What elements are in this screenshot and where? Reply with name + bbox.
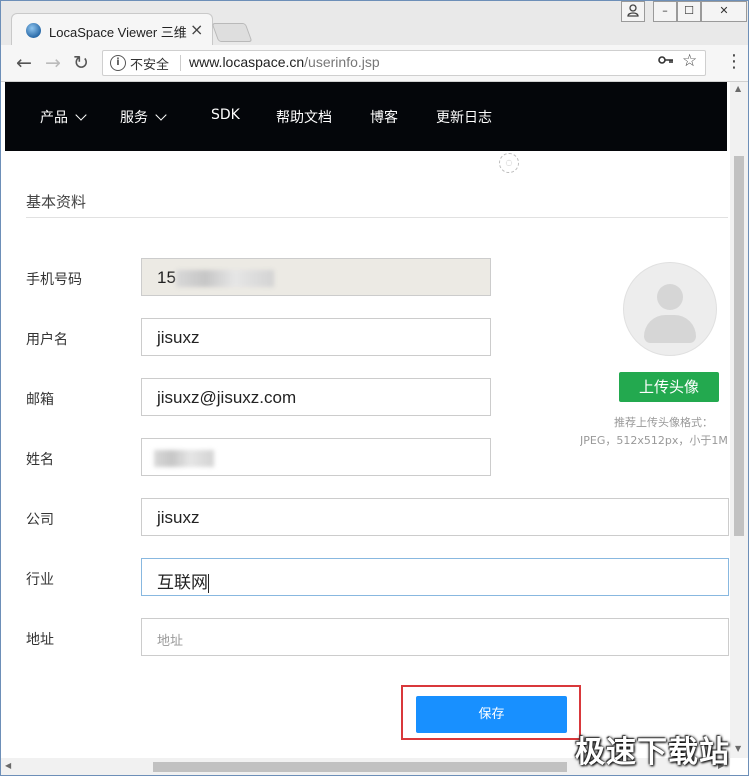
chevron-down-icon [75, 109, 87, 121]
address-field[interactable]: 地址 [141, 618, 729, 656]
key-icon[interactable] [658, 54, 674, 69]
phone-label: 手机号码 [26, 272, 82, 288]
redacted-blur [154, 450, 214, 468]
menu-icon[interactable]: ⋮ [725, 51, 743, 72]
vertical-scroll-thumb[interactable] [734, 156, 744, 536]
scroll-left-arrow-icon[interactable]: ◀ [5, 761, 11, 770]
security-label[interactable]: 不安全 [130, 54, 169, 73]
save-button[interactable]: 保存 [416, 696, 567, 733]
nav-item-services[interactable]: 服务 [120, 107, 167, 127]
email-field[interactable]: jisuxz@jisuxz.com [141, 378, 491, 416]
reload-icon[interactable]: ↻ [73, 52, 89, 74]
company-label: 公司 [26, 512, 54, 528]
nav-item-blog[interactable]: 博客 [370, 107, 398, 127]
maximize-button[interactable]: ☐ [677, 1, 701, 22]
watermark: 极速下载站 [575, 735, 730, 770]
new-tab-button[interactable] [211, 23, 253, 42]
name-field[interactable] [141, 438, 491, 476]
nav-item-changelog[interactable]: 更新日志 [436, 107, 492, 127]
email-label: 邮箱 [26, 392, 54, 408]
nav-label: 产品 [40, 110, 68, 126]
forward-arrow-icon[interactable]: → [45, 52, 61, 74]
company-field[interactable]: jisuxz [141, 498, 729, 536]
scroll-up-arrow-icon[interactable]: ▲ [735, 84, 741, 93]
star-icon[interactable]: ☆ [682, 51, 697, 71]
browser-window: LocaSpace Viewer 三维 × – ☐ ✕ ← → ↻ i 不安全 … [0, 0, 749, 776]
avatar-hint-line1: 推荐上传头像格式： [614, 416, 713, 429]
nav-item-sdk[interactable]: SDK [211, 107, 240, 123]
industry-value: 互联网 [157, 573, 208, 592]
tab-close-icon[interactable]: × [190, 20, 203, 39]
tab-title: LocaSpace Viewer 三维 [49, 25, 187, 40]
avatar-body-shape [644, 315, 696, 343]
page-viewport: 产品 服务 SDK 帮助文档 博客 更新日志 ◌ 基本资料 手机号码 15 用户… [1, 82, 748, 775]
upload-avatar-button[interactable]: 上传头像 [619, 372, 719, 402]
url-text[interactable]: www.locaspace.cn/userinfo.jsp [189, 54, 380, 70]
site-navigation: 产品 服务 SDK 帮助文档 博客 更新日志 [5, 82, 727, 151]
info-icon[interactable]: i [110, 55, 126, 71]
nav-label: 服务 [120, 110, 148, 126]
avatar-head-shape [657, 284, 683, 310]
phone-value: 15 [157, 268, 176, 287]
minimize-button[interactable]: – [653, 1, 677, 22]
section-divider [26, 217, 728, 218]
loading-spinner-icon: ◌ [499, 153, 519, 173]
industry-field[interactable]: 互联网 [141, 558, 729, 596]
back-arrow-icon[interactable]: ← [16, 52, 32, 74]
site-favicon-icon [26, 23, 41, 38]
redacted-blur [175, 270, 274, 288]
url-host: www.locaspace.cn [189, 54, 305, 70]
nav-item-products[interactable]: 产品 [40, 107, 87, 127]
industry-label: 行业 [26, 572, 54, 588]
address-bar[interactable]: i 不安全 www.locaspace.cn/userinfo.jsp ☆ [102, 50, 706, 76]
text-caret [208, 574, 209, 594]
name-label: 姓名 [26, 452, 54, 468]
browser-tab[interactable]: LocaSpace Viewer 三维 × [11, 13, 213, 47]
vertical-scrollbar[interactable]: ▲ ▼ [730, 82, 748, 758]
username-label: 用户名 [26, 332, 68, 348]
nav-item-help-docs[interactable]: 帮助文档 [276, 107, 332, 127]
avatar-hint-line2: JPEG，512x512px，小于1M [580, 434, 728, 447]
scroll-down-arrow-icon[interactable]: ▼ [735, 744, 741, 753]
horizontal-scroll-thumb[interactable] [153, 762, 567, 772]
phone-field: 15 [141, 258, 491, 296]
profile-icon[interactable] [621, 1, 645, 22]
address-toolbar: ← → ↻ i 不安全 www.locaspace.cn/userinfo.js… [1, 45, 748, 82]
address-label: 地址 [26, 632, 54, 648]
section-title: 基本资料 [26, 193, 87, 211]
omnibox-divider [180, 55, 181, 71]
avatar [623, 262, 717, 356]
chevron-down-icon [155, 109, 167, 121]
url-path: /userinfo.jsp [304, 54, 380, 70]
username-field[interactable]: jisuxz [141, 318, 491, 356]
close-window-button[interactable]: ✕ [701, 1, 747, 22]
tab-strip: LocaSpace Viewer 三维 × – ☐ ✕ [1, 1, 748, 47]
